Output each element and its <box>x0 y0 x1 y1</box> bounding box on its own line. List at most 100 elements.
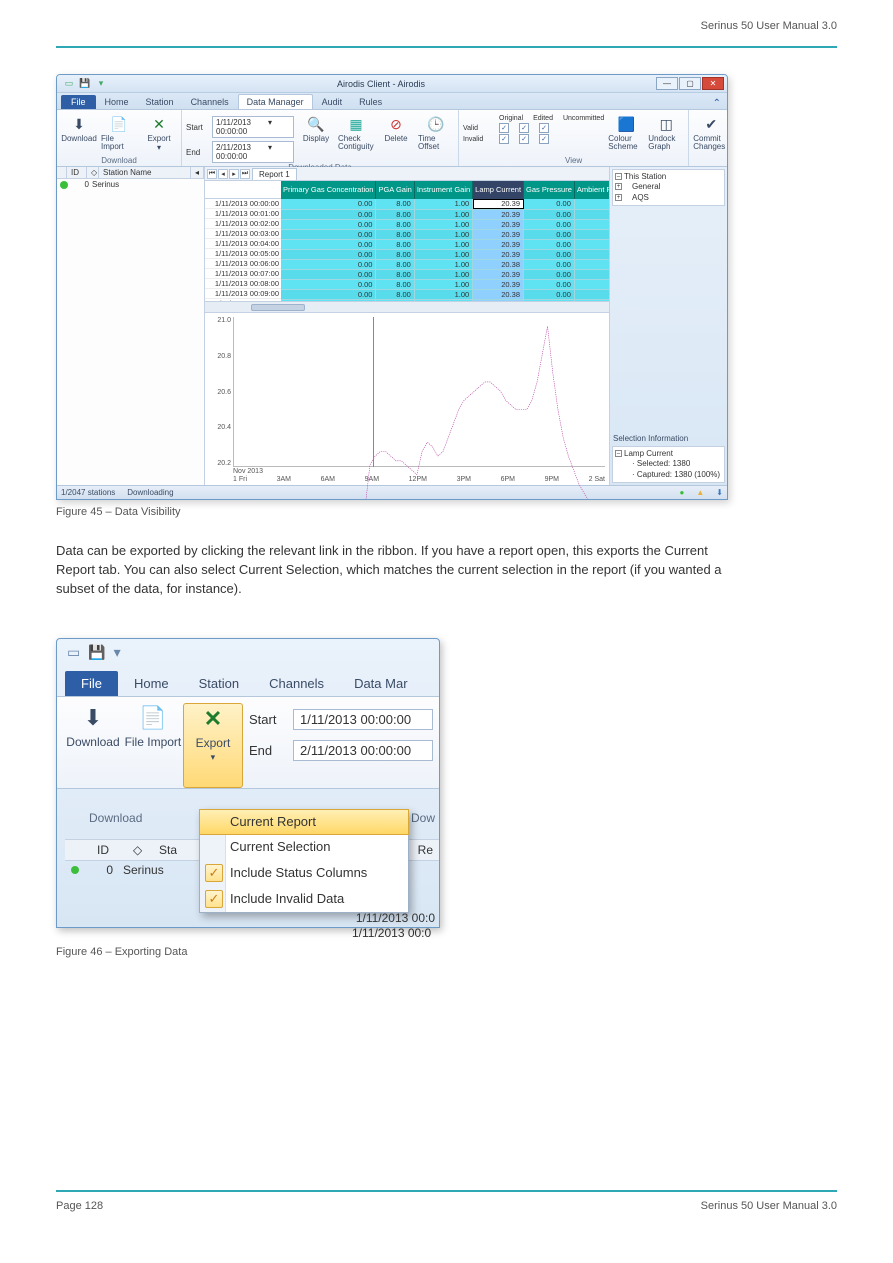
file-import-button[interactable]: 📄File Import <box>101 112 137 152</box>
check-contiguity-button[interactable]: ▦Check Contiguity <box>338 112 374 152</box>
tab-channels[interactable]: Channels <box>183 95 237 109</box>
timestamp-list: 1/11/2013 00:0 <box>356 911 435 927</box>
page-header: Serinus 50 User Manual 3.0 <box>56 20 837 32</box>
export-button[interactable]: ✕Export▾ <box>141 112 177 153</box>
download-icon: ⬇ <box>77 703 109 733</box>
table-row[interactable]: 0.008.001.0020.380.00803.8 <box>281 259 609 269</box>
minimize-button[interactable]: — <box>656 77 678 90</box>
grid-col-header[interactable]: Lamp Current <box>473 181 524 199</box>
excel-icon: ✕ <box>197 704 229 734</box>
clock-icon: 🕒 <box>426 114 446 134</box>
grid-col-header[interactable]: Instrument Gain <box>414 181 472 199</box>
save-icon[interactable]: 💾 <box>79 78 91 90</box>
table-row[interactable]: 0.008.001.0020.390.00803.8 <box>281 199 609 209</box>
tab-data-manager[interactable]: Data Manager <box>238 94 313 109</box>
menu-include-invalid[interactable]: ✓Include Invalid Data <box>200 886 408 912</box>
file-tab[interactable]: File <box>65 671 118 696</box>
qat-dropdown-icon[interactable]: ▾ <box>95 78 107 90</box>
selection-info-tree[interactable]: –Lamp Current · Selected: 1380 · Capture… <box>612 446 725 483</box>
menu-include-status[interactable]: ✓Include Status Columns <box>200 860 408 886</box>
menu-current-report[interactable]: Current Report <box>199 809 409 835</box>
grid-col-header[interactable]: PGA Gain <box>376 181 414 199</box>
station-tree[interactable]: –This Station +General +AQS <box>612 169 725 206</box>
tab-audit[interactable]: Audit <box>314 95 351 109</box>
checkbox[interactable]: ✓ <box>539 134 549 144</box>
file-tab[interactable]: File <box>61 95 96 109</box>
tab-rules[interactable]: Rules <box>351 95 390 109</box>
save-icon[interactable]: 💾 <box>88 644 105 661</box>
tab-home[interactable]: Home <box>120 671 183 696</box>
menu-current-selection[interactable]: Current Selection <box>200 834 408 860</box>
checkbox[interactable]: ✓ <box>499 134 509 144</box>
table-row[interactable]: 0.008.001.0020.390.00803.8 <box>281 239 609 249</box>
col-diamond[interactable]: ◇ <box>133 843 147 857</box>
table-row[interactable]: 0.008.001.0020.390.00803.8 <box>281 249 609 259</box>
monitor-icon[interactable]: ▭ <box>63 78 75 90</box>
monitor-icon[interactable]: ▭ <box>67 644 80 661</box>
colour-scheme-button[interactable]: 🟦Colour Scheme <box>608 112 644 152</box>
export-button[interactable]: ✕Export▾ <box>183 703 243 788</box>
tab-home[interactable]: Home <box>97 95 137 109</box>
delete-button[interactable]: ⊘Delete <box>378 112 414 143</box>
help-icon[interactable]: ⌃ <box>713 98 721 109</box>
chart-month-label: Nov 2013 <box>233 468 263 475</box>
table-row[interactable]: 0.008.001.0020.380.00803.8 <box>281 289 609 299</box>
checkbox[interactable]: ✓ <box>499 123 509 133</box>
maximize-button[interactable]: ▢ <box>679 77 701 90</box>
grid-col-header[interactable]: Gas Pressure <box>524 181 575 199</box>
tab-station[interactable]: Station <box>185 671 253 696</box>
display-button[interactable]: 🔍Display <box>298 112 334 143</box>
col-id[interactable]: ID <box>97 843 121 857</box>
chevron-left-icon[interactable]: ◂ <box>191 167 204 178</box>
nav-prev-icon[interactable]: ◂ <box>218 169 228 179</box>
nav-next-icon[interactable]: ▸ <box>229 169 239 179</box>
table-row[interactable]: 0.008.001.0020.390.00803.8 <box>281 209 609 219</box>
file-import-icon: 📄 <box>137 703 169 733</box>
group-downloaded-label: Dow <box>411 811 435 825</box>
station-row[interactable]: 0 Serinus <box>57 179 204 190</box>
excel-icon: ✕ <box>149 114 169 134</box>
commit-changes-button[interactable]: ✔Commit Changes <box>693 112 728 152</box>
checkbox[interactable]: ✓ <box>519 123 529 133</box>
col-diamond[interactable]: ◇ <box>87 167 99 178</box>
page-footer: Page 128 Serinus 50 User Manual 3.0 <box>56 1200 837 1212</box>
start-date-input[interactable]: 1/11/2013 00:00:00 <box>293 709 433 730</box>
file-import-button[interactable]: 📄File Import <box>123 703 183 788</box>
download-button[interactable]: ⬇Download <box>61 112 97 143</box>
data-grid[interactable]: 1/11/2013 00:00:001/11/2013 00:01:001/11… <box>205 181 609 301</box>
tab-data-manager[interactable]: Data Mar <box>340 671 421 696</box>
tab-channels[interactable]: Channels <box>255 671 338 696</box>
col-sta[interactable]: Sta <box>159 843 177 857</box>
download-button[interactable]: ⬇Download <box>63 703 123 788</box>
validity-checkboxes: OriginalEditedUncommitted Valid✓✓✓ Inval… <box>463 112 604 144</box>
report-tab[interactable]: Report 1 <box>252 168 297 180</box>
start-date-input[interactable]: 1/11/2013 00:00:00▾ <box>212 116 294 138</box>
table-row[interactable]: 0.008.001.0020.390.00803.8 <box>281 219 609 229</box>
table-row[interactable]: 0.008.001.0020.390.00803.7 <box>281 279 609 289</box>
line-chart[interactable]: 21.020.820.620.420.2 1 Fri3AM6AM9AM12PM3… <box>205 312 609 485</box>
checkbox[interactable]: ✓ <box>539 123 549 133</box>
end-date-input[interactable]: 2/11/2013 00:00:00▾ <box>212 141 294 163</box>
table-row[interactable]: 0.008.001.0020.390.00803.8 <box>281 269 609 279</box>
magnifier-icon: 🔍 <box>306 114 326 134</box>
col-station-name[interactable]: Station Name <box>99 167 191 178</box>
table-row[interactable]: 0.008.001.0020.390.00803.8 <box>281 229 609 239</box>
ribbon-tabs: File Home Station Channels Data Manager … <box>57 93 727 110</box>
close-button[interactable]: ✕ <box>702 77 724 90</box>
grid-col-header[interactable]: Primary Gas Concentration <box>281 181 376 199</box>
nav-last-icon[interactable]: ⏭ <box>240 169 250 179</box>
col-re[interactable]: Re <box>418 843 433 857</box>
tab-station[interactable]: Station <box>138 95 182 109</box>
undock-graph-button[interactable]: ◫Undock Graph <box>648 112 684 152</box>
nav-first-icon[interactable]: ⏮ <box>207 169 217 179</box>
col-id[interactable]: ID <box>67 167 87 178</box>
horizontal-scrollbar[interactable] <box>205 301 609 312</box>
qat-dropdown-icon[interactable]: ▾ <box>114 644 121 661</box>
timestamp-cell: 1/11/2013 00:05:00 <box>205 249 281 259</box>
selection-info-header: Selection Information <box>610 433 727 444</box>
group-download-label: Download <box>61 156 177 166</box>
end-date-input[interactable]: 2/11/2013 00:00:00 <box>293 740 433 761</box>
checkbox[interactable]: ✓ <box>519 134 529 144</box>
grid-col-header[interactable]: Ambient Pressure <box>574 181 609 199</box>
time-offset-button[interactable]: 🕒Time Offset <box>418 112 454 152</box>
